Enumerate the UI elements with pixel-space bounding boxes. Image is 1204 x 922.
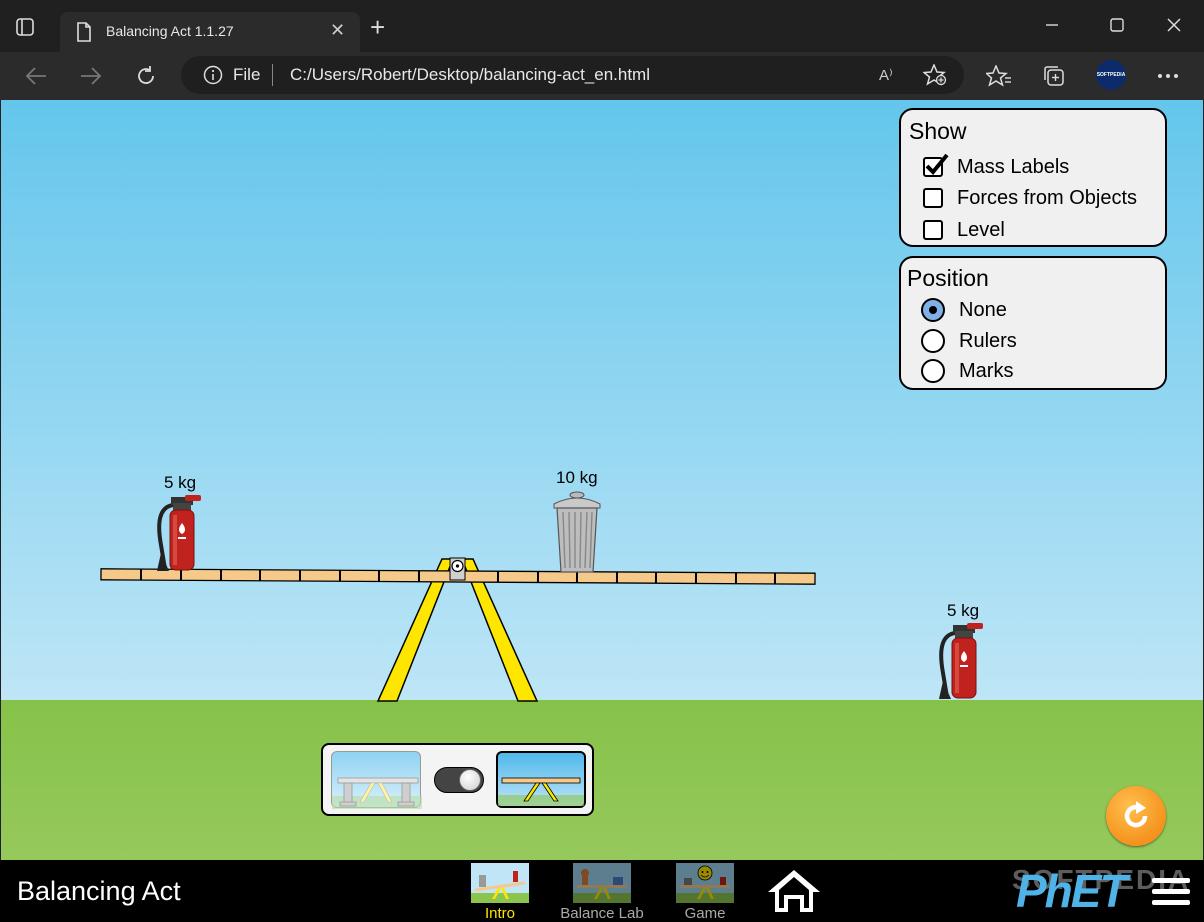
radio-unselected-icon[interactable] [921, 359, 945, 383]
home-icon [768, 870, 820, 912]
checkbox-checked-icon[interactable] [923, 153, 949, 177]
menu-bar-icon [1152, 889, 1190, 894]
checkbox-unchecked-icon[interactable] [923, 188, 943, 208]
forward-icon[interactable] [77, 62, 105, 90]
intro-thumbnail-icon [471, 863, 529, 903]
screen-label-balance-lab: Balance Lab [560, 905, 644, 922]
forces-from-objects-label: Forces from Objects [957, 186, 1138, 209]
position-marks-label: Marks [959, 359, 1014, 382]
screen-button-game[interactable]: Game [660, 863, 750, 922]
mass-labels-checkbox[interactable]: Mass Labels [923, 153, 1070, 179]
document-icon [76, 22, 92, 47]
supports-toggle-panel [321, 743, 594, 816]
favorites-icon[interactable] [985, 62, 1013, 90]
address-scheme: File [233, 65, 261, 84]
close-tab-icon[interactable]: ✕ [330, 20, 345, 41]
browser-toolbar: File C:/Users/Robert/Desktop/balancing-a… [0, 52, 1204, 100]
mass-label-trash-can: 10 kg [556, 468, 598, 487]
address-bar[interactable]: File C:/Users/Robert/Desktop/balancing-a… [181, 56, 964, 94]
simulation-area: 5 kg 10 kg 5 kg Show Mass Labels Forces … [1, 100, 1203, 860]
read-aloud-icon[interactable]: A⁾ [879, 66, 893, 84]
position-rulers-label: Rulers [959, 329, 1017, 352]
position-none-label: None [959, 298, 1007, 321]
close-window-icon[interactable] [1154, 8, 1194, 42]
supports-toggle-switch[interactable] [434, 767, 484, 793]
show-panel: Show Mass Labels Forces from Objects Lev… [899, 108, 1167, 247]
address-separator [272, 64, 273, 86]
tab-strip: Balancing Act 1.1.27 ✕ + [0, 0, 1204, 52]
info-icon[interactable] [203, 65, 223, 90]
screen-label-game: Game [684, 905, 726, 922]
minimize-icon[interactable] [1032, 8, 1072, 42]
pivot-icon [449, 557, 466, 581]
phet-logo[interactable]: PhET [1016, 868, 1128, 914]
tab-actions-icon[interactable] [16, 18, 34, 36]
new-tab-icon[interactable]: + [370, 14, 385, 40]
supports-off-icon[interactable] [496, 751, 586, 808]
supports-on-icon[interactable] [331, 751, 422, 809]
show-panel-title: Show [909, 118, 967, 144]
screen-label-intro: Intro [484, 905, 515, 922]
position-panel-title: Position [907, 265, 989, 291]
reset-all-button[interactable] [1106, 786, 1166, 846]
tab-title: Balancing Act 1.1.27 [106, 23, 234, 39]
phet-menu-button[interactable] [1152, 878, 1190, 908]
position-marks-radio[interactable]: Marks [921, 358, 1013, 384]
checkbox-unchecked-icon[interactable] [923, 220, 943, 240]
trash-can-icon[interactable] [553, 491, 601, 573]
balance-lab-thumbnail-icon [573, 863, 631, 903]
forces-from-objects-checkbox[interactable]: Forces from Objects [923, 186, 1137, 210]
maximize-icon[interactable] [1097, 8, 1137, 42]
level-label: Level [957, 218, 1005, 241]
menu-bar-icon [1152, 878, 1190, 883]
browser-chrome: Balancing Act 1.1.27 ✕ + File C:/Users/R… [0, 0, 1204, 100]
position-rulers-radio[interactable]: Rulers [921, 328, 1017, 354]
browser-tab[interactable]: Balancing Act 1.1.27 ✕ [60, 12, 360, 52]
game-thumbnail-icon [676, 863, 734, 903]
position-none-radio[interactable]: None [921, 297, 1007, 323]
profile-avatar[interactable]: SOFTPEDIA [1096, 60, 1126, 90]
radio-unselected-icon[interactable] [921, 329, 945, 353]
fire-extinguisher-icon[interactable] [939, 623, 983, 699]
refresh-icon[interactable] [132, 62, 160, 90]
screen-button-balance-lab[interactable]: Balance Lab [557, 863, 647, 922]
navigation-bar: Balancing Act Intro Balance Lab Game SOF… [0, 860, 1204, 922]
mass-label-ground-extinguisher: 5 kg [947, 601, 980, 620]
toggle-knob [459, 769, 481, 791]
home-button[interactable] [766, 868, 822, 914]
collections-icon[interactable] [1040, 62, 1068, 90]
sim-title: Balancing Act [17, 876, 181, 906]
reset-icon [1124, 801, 1148, 828]
mass-label-plank-extinguisher: 5 kg [164, 473, 197, 492]
position-panel: Position None Rulers Marks [899, 256, 1167, 390]
menu-bar-icon [1152, 900, 1190, 905]
level-checkbox[interactable]: Level [923, 218, 1005, 242]
radio-selected-icon[interactable] [921, 298, 945, 322]
back-icon[interactable] [22, 62, 50, 90]
mass-labels-label: Mass Labels [957, 155, 1070, 178]
address-url[interactable]: C:/Users/Robert/Desktop/balancing-act_en… [290, 65, 650, 85]
screen-button-intro[interactable]: Intro [455, 863, 545, 922]
fire-extinguisher-icon[interactable] [157, 495, 201, 571]
add-favorite-icon[interactable] [922, 63, 947, 91]
more-icon[interactable] [1154, 62, 1182, 90]
